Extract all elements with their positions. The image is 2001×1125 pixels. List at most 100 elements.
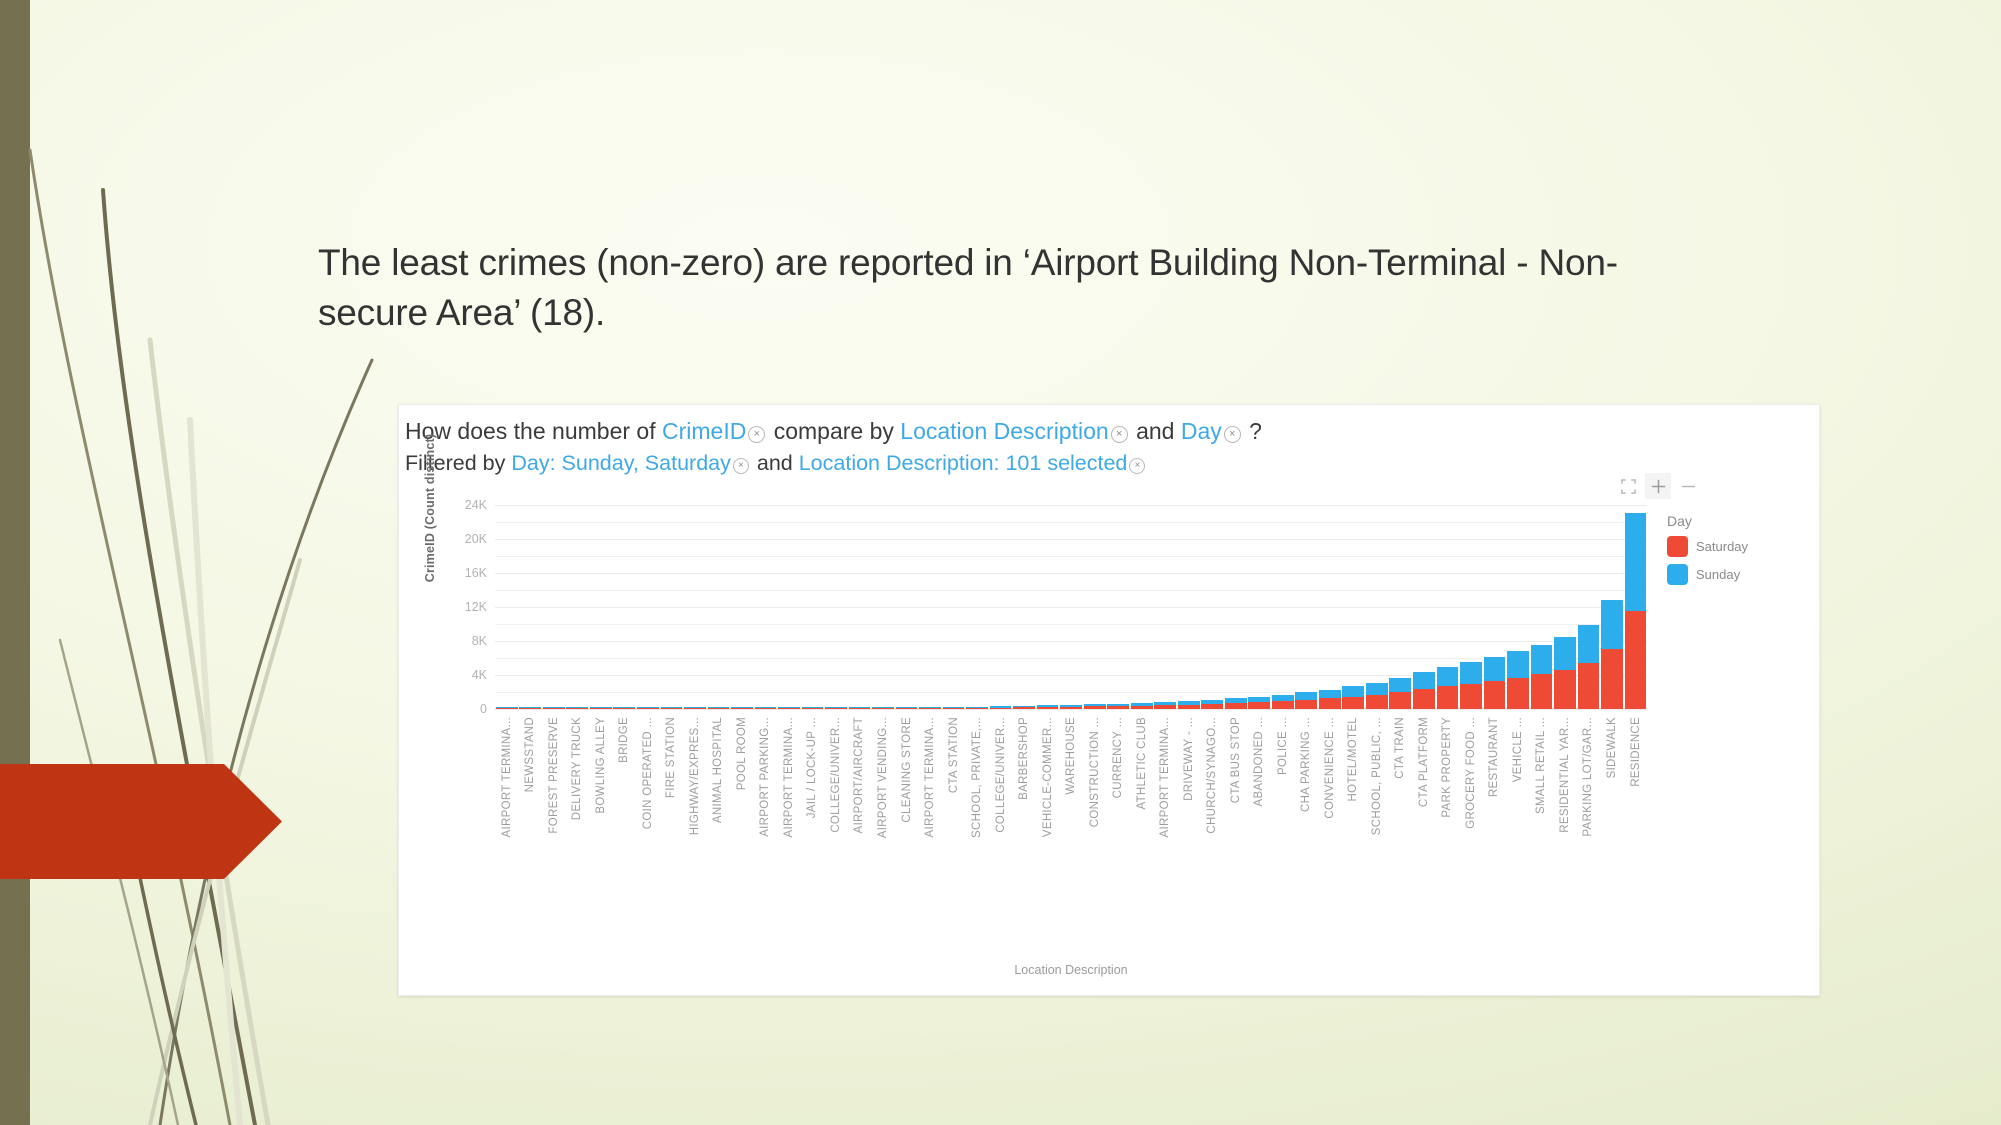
bar-segment-saturday[interactable] bbox=[1460, 683, 1482, 709]
measure-token-crimeid[interactable]: CrimeID bbox=[662, 418, 746, 444]
bar-column[interactable] bbox=[824, 497, 848, 709]
bar-column[interactable] bbox=[1553, 497, 1577, 709]
bar-segment-saturday[interactable] bbox=[1201, 703, 1224, 709]
bar-segment-saturday[interactable] bbox=[1177, 704, 1200, 709]
bar-segment-sunday[interactable] bbox=[1295, 692, 1318, 700]
bar-segment-saturday[interactable] bbox=[613, 707, 636, 709]
remove-dimension1-icon[interactable]: × bbox=[1110, 426, 1128, 443]
bar-segment-saturday[interactable] bbox=[707, 707, 730, 709]
remove-dimension2-icon[interactable]: × bbox=[1223, 426, 1241, 443]
bar-segment-saturday[interactable] bbox=[542, 707, 565, 709]
bar-segment-sunday[interactable] bbox=[1342, 686, 1365, 697]
bar-segment-saturday[interactable] bbox=[1601, 648, 1623, 709]
bar-segment-saturday[interactable] bbox=[778, 707, 800, 709]
bar-segment-sunday[interactable] bbox=[1554, 636, 1576, 670]
bar-segment-saturday[interactable] bbox=[895, 707, 918, 709]
bar-segment-saturday[interactable] bbox=[1154, 705, 1177, 709]
bar-segment-sunday[interactable] bbox=[1577, 625, 1600, 664]
bar-column[interactable] bbox=[1153, 497, 1177, 709]
bar-column[interactable] bbox=[566, 497, 590, 709]
bar-segment-saturday[interactable] bbox=[589, 707, 612, 709]
bar-segment-saturday[interactable] bbox=[1530, 674, 1553, 709]
bar-segment-saturday[interactable] bbox=[1130, 705, 1153, 709]
bar-segment-saturday[interactable] bbox=[1554, 670, 1576, 709]
bar-column[interactable] bbox=[1389, 497, 1413, 709]
bar-column[interactable] bbox=[1271, 497, 1295, 709]
bar-segment-sunday[interactable] bbox=[1483, 656, 1506, 681]
bar-column[interactable] bbox=[1248, 497, 1272, 709]
bar-segment-saturday[interactable] bbox=[1436, 686, 1459, 709]
bar-segment-saturday[interactable] bbox=[1342, 696, 1365, 709]
bar-column[interactable] bbox=[848, 497, 872, 709]
bar-segment-sunday[interactable] bbox=[1530, 644, 1553, 675]
bar-column[interactable] bbox=[589, 497, 613, 709]
bar-column[interactable] bbox=[895, 497, 919, 709]
bar-column[interactable] bbox=[1200, 497, 1224, 709]
bar-column[interactable] bbox=[1577, 497, 1601, 709]
bar-segment-sunday[interactable] bbox=[1624, 513, 1647, 612]
bar-column[interactable] bbox=[871, 497, 895, 709]
bar-segment-saturday[interactable] bbox=[519, 707, 542, 709]
bar-column[interactable] bbox=[754, 497, 778, 709]
bar-segment-sunday[interactable] bbox=[1413, 672, 1435, 690]
zoom-out-icon[interactable] bbox=[1675, 473, 1701, 499]
bar-segment-saturday[interactable] bbox=[1365, 694, 1388, 709]
bar-segment-saturday[interactable] bbox=[1624, 611, 1647, 709]
bar-segment-saturday[interactable] bbox=[942, 707, 965, 709]
bar-segment-saturday[interactable] bbox=[1318, 698, 1341, 709]
bar-column[interactable] bbox=[965, 497, 989, 709]
bar-segment-saturday[interactable] bbox=[1060, 706, 1082, 709]
bar-column[interactable] bbox=[1506, 497, 1530, 709]
bar-column[interactable] bbox=[1295, 497, 1319, 709]
bar-segment-saturday[interactable] bbox=[848, 707, 871, 709]
bar-column[interactable] bbox=[730, 497, 754, 709]
zoom-in-icon[interactable] bbox=[1645, 473, 1671, 499]
bar-column[interactable] bbox=[1483, 497, 1507, 709]
bar-segment-saturday[interactable] bbox=[1577, 663, 1600, 709]
bar-column[interactable] bbox=[1600, 497, 1624, 709]
dimension-token-location-description[interactable]: Location Description bbox=[900, 418, 1108, 444]
bar-column[interactable] bbox=[683, 497, 707, 709]
legend-item[interactable]: Saturday bbox=[1667, 536, 1807, 557]
bar-segment-saturday[interactable] bbox=[1507, 677, 1529, 709]
bar-column[interactable] bbox=[1436, 497, 1460, 709]
dimension-token-day[interactable]: Day bbox=[1181, 418, 1222, 444]
bar-segment-saturday[interactable] bbox=[966, 707, 988, 709]
remove-filter2-icon[interactable]: × bbox=[1129, 457, 1146, 474]
bar-segment-sunday[interactable] bbox=[1507, 651, 1529, 678]
bar-column[interactable] bbox=[1624, 497, 1648, 709]
bar-segment-saturday[interactable] bbox=[1413, 689, 1435, 709]
bar-column[interactable] bbox=[1412, 497, 1436, 709]
bar-segment-sunday[interactable] bbox=[1389, 677, 1412, 693]
bar-segment-saturday[interactable] bbox=[872, 707, 894, 709]
bar-segment-saturday[interactable] bbox=[1271, 701, 1294, 709]
bar-segment-saturday[interactable] bbox=[754, 707, 777, 709]
bar-segment-saturday[interactable] bbox=[731, 707, 753, 709]
bar-segment-saturday[interactable] bbox=[801, 707, 824, 709]
bar-column[interactable] bbox=[1130, 497, 1154, 709]
bar-column[interactable] bbox=[660, 497, 684, 709]
bar-segment-sunday[interactable] bbox=[1318, 689, 1341, 699]
bar-segment-saturday[interactable] bbox=[1224, 703, 1247, 709]
bar-column[interactable] bbox=[1177, 497, 1201, 709]
bar-segment-sunday[interactable] bbox=[1460, 662, 1482, 684]
bar-column[interactable] bbox=[1365, 497, 1389, 709]
bar-segment-saturday[interactable] bbox=[566, 707, 589, 709]
bar-segment-saturday[interactable] bbox=[919, 707, 941, 709]
bar-column[interactable] bbox=[1083, 497, 1107, 709]
bar-column[interactable] bbox=[1059, 497, 1083, 709]
bar-segment-saturday[interactable] bbox=[684, 707, 706, 709]
bar-column[interactable] bbox=[1318, 497, 1342, 709]
bar-segment-sunday[interactable] bbox=[1365, 682, 1388, 695]
bar-segment-sunday[interactable] bbox=[1436, 667, 1459, 687]
bar-segment-saturday[interactable] bbox=[1107, 706, 1130, 709]
bar-segment-saturday[interactable] bbox=[1083, 706, 1106, 709]
remove-measure-icon[interactable]: × bbox=[748, 426, 766, 443]
bar-segment-saturday[interactable] bbox=[989, 707, 1012, 709]
bar-column[interactable] bbox=[542, 497, 566, 709]
bar-segment-saturday[interactable] bbox=[1013, 707, 1035, 709]
bar-column[interactable] bbox=[707, 497, 731, 709]
bar-segment-saturday[interactable] bbox=[1036, 707, 1059, 709]
bar-column[interactable] bbox=[613, 497, 637, 709]
bar-column[interactable] bbox=[801, 497, 825, 709]
